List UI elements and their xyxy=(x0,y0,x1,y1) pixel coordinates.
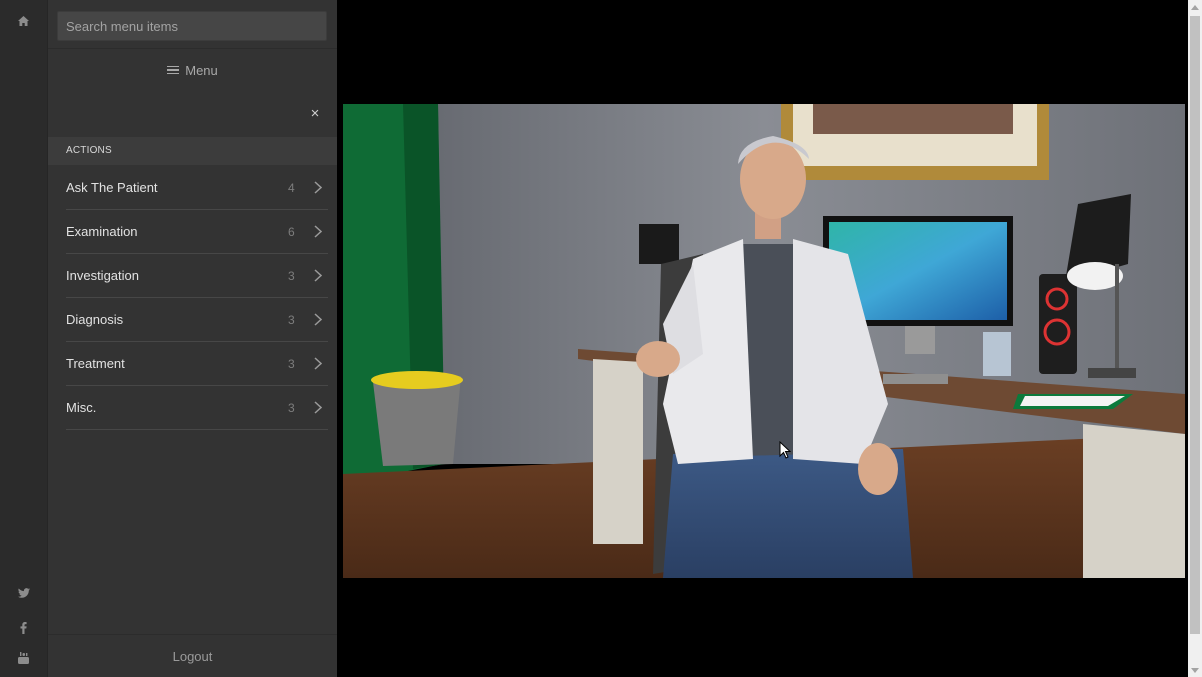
menu-item-examination[interactable]: Examination 6 xyxy=(66,210,328,254)
menu-item-count: 4 xyxy=(288,180,295,195)
menu-item-ask-the-patient[interactable]: Ask The Patient 4 xyxy=(66,166,328,210)
scroll-down-arrow-icon[interactable] xyxy=(1188,663,1202,677)
menu-label: Menu xyxy=(185,62,218,78)
chevron-right-icon xyxy=(310,224,326,240)
section-title-actions: ACTIONS xyxy=(48,137,337,165)
icon-rail xyxy=(0,0,48,677)
menu-item-diagnosis[interactable]: Diagnosis 3 xyxy=(66,298,328,342)
divider xyxy=(48,634,337,635)
menu-item-label: Treatment xyxy=(66,356,125,371)
menu-item-count: 3 xyxy=(288,400,295,415)
facebook-icon[interactable] xyxy=(0,617,47,639)
menu-item-count: 3 xyxy=(288,268,295,283)
search-input[interactable] xyxy=(57,11,327,41)
chevron-right-icon xyxy=(310,268,326,284)
actions-list: Ask The Patient 4 Examination 6 Investig… xyxy=(66,166,328,430)
chevron-right-icon xyxy=(310,356,326,372)
close-icon[interactable]: × xyxy=(307,104,323,124)
chevron-right-icon xyxy=(310,180,326,196)
menu-item-count: 3 xyxy=(288,312,295,327)
menu-item-treatment[interactable]: Treatment 3 xyxy=(66,342,328,386)
simulation-viewport[interactable] xyxy=(338,0,1188,677)
menu-item-misc[interactable]: Misc. 3 xyxy=(66,386,328,430)
sidebar-panel: Menu × ACTIONS Ask The Patient 4 Examina… xyxy=(48,0,337,677)
menu-item-label: Diagnosis xyxy=(66,312,124,327)
chevron-right-icon xyxy=(310,312,326,328)
menu-item-label: Examination xyxy=(66,224,138,239)
youtube-icon[interactable] xyxy=(0,647,47,669)
scroll-up-arrow-icon[interactable] xyxy=(1188,0,1202,14)
menu-toggle-button[interactable]: Menu xyxy=(48,58,337,82)
menu-item-investigation[interactable]: Investigation 3 xyxy=(66,254,328,298)
logout-button[interactable]: Logout xyxy=(48,647,337,667)
menu-item-label: Ask The Patient xyxy=(66,180,158,195)
vertical-scrollbar[interactable] xyxy=(1188,0,1202,677)
twitter-icon[interactable] xyxy=(0,582,47,604)
menu-item-label: Investigation xyxy=(66,268,139,283)
scrollbar-thumb[interactable] xyxy=(1190,16,1200,634)
home-icon[interactable] xyxy=(0,10,47,32)
menu-item-count: 6 xyxy=(288,224,295,239)
chevron-right-icon xyxy=(310,400,326,416)
patient-scene-image xyxy=(343,104,1185,578)
menu-item-count: 3 xyxy=(288,356,295,371)
menu-item-label: Misc. xyxy=(66,400,97,415)
divider xyxy=(48,48,337,49)
hamburger-icon xyxy=(167,64,180,77)
mouse-cursor-icon xyxy=(779,441,791,459)
